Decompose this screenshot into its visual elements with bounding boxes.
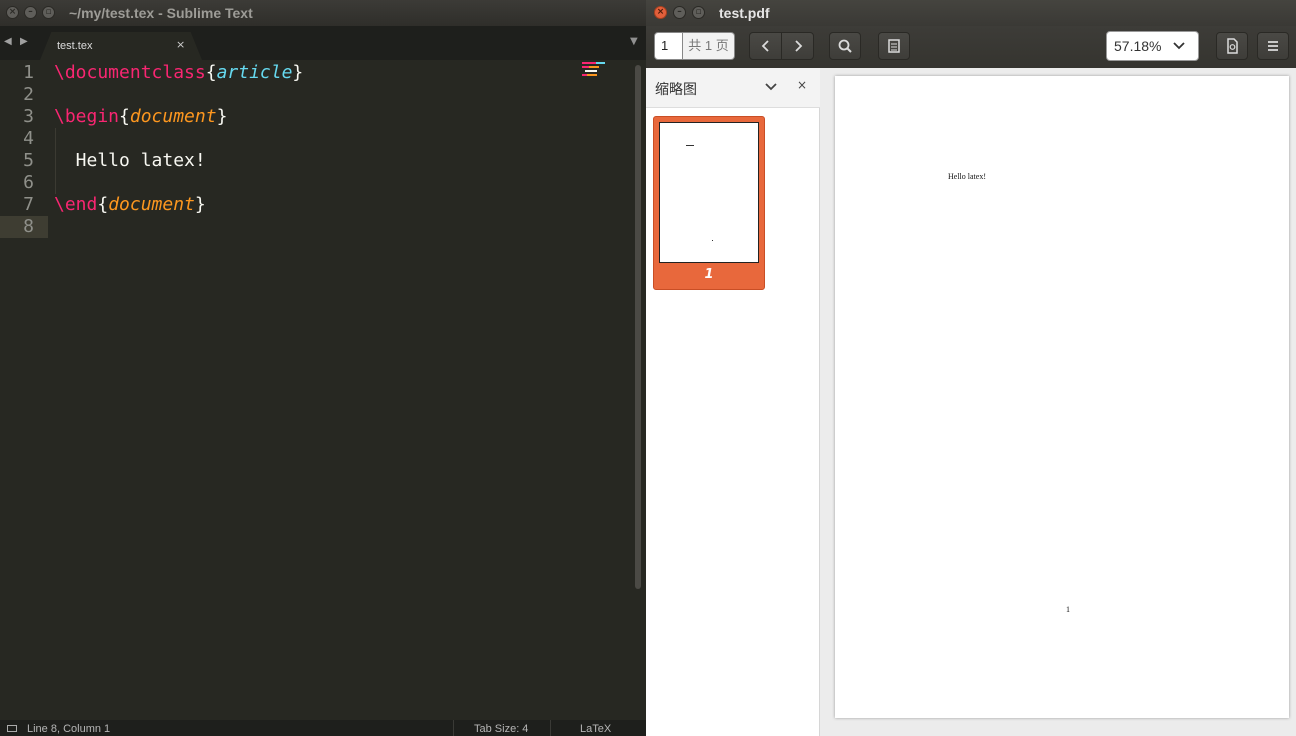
document-view[interactable]: Hello latex! 1 [820, 68, 1296, 736]
clipboard-icon [888, 39, 900, 53]
page-number-input[interactable]: 1 [654, 32, 683, 60]
zoom-selector[interactable]: 57.18% [1106, 31, 1199, 61]
latex-command: \end [54, 194, 98, 215]
previous-page-button[interactable] [749, 32, 782, 60]
sublime-maximize-button[interactable]: ▫ [42, 6, 55, 19]
line-number: 8 [23, 216, 34, 237]
brace: { [119, 106, 130, 127]
menu-button[interactable] [1257, 32, 1289, 60]
minimap-mark [582, 62, 596, 64]
status-divider [550, 720, 551, 736]
pdf-window-title: test.pdf [719, 5, 770, 21]
minimap-mark [587, 74, 597, 76]
code-line-7: \end{document} [54, 194, 206, 215]
sidebar-header: 缩略图 × [646, 68, 820, 108]
line-number: 3 [23, 106, 34, 127]
brace: { [97, 194, 109, 215]
status-tab-size[interactable]: Tab Size: 4 [474, 723, 528, 735]
tab-list-dropdown-icon[interactable]: ▼ [630, 36, 638, 47]
page-thumbnail[interactable]: 1 [653, 116, 765, 290]
zoom-value: 57.18% [1114, 38, 1162, 54]
line-number: 2 [23, 84, 34, 105]
code-line-1: \documentclass{article} [54, 62, 303, 83]
code-editor[interactable]: \documentclass{article} \begin{document}… [54, 62, 624, 722]
thumbnail-sidebar: 缩略图 × 1 [646, 68, 820, 736]
status-cursor-position: Line 8, Column 1 [27, 723, 111, 735]
panel-toggle-icon[interactable] [7, 725, 17, 732]
sidebar-close-icon[interactable]: × [797, 78, 807, 92]
pdf-body-text: Hello latex! [948, 172, 986, 181]
line-number-gutter: 1 2 3 4 5 6 7 8 [0, 62, 48, 722]
chevron-down-icon[interactable] [764, 78, 778, 96]
latex-command: \documentclass [54, 62, 206, 83]
latex-argument: document [108, 194, 195, 215]
latex-argument: article [216, 62, 293, 83]
brace: { [205, 62, 217, 83]
line-number: 4 [23, 128, 34, 149]
code-line-5: Hello latex! [54, 150, 206, 171]
tab-close-icon[interactable]: × [176, 38, 185, 51]
pdf-close-button[interactable]: × [654, 6, 667, 19]
sublime-window: × – ▫ ~/my/test.tex - Sublime Text ◀ ▶ t… [0, 0, 646, 736]
minimap[interactable] [582, 62, 608, 82]
brace: } [194, 194, 206, 215]
tab-bar: ◀ ▶ test.tex × ▼ [0, 26, 646, 60]
pdf-page-number: 1 [1066, 605, 1070, 614]
latex-command: \begin [54, 106, 120, 127]
hamburger-menu-icon [1268, 41, 1278, 51]
sidebar-title[interactable]: 缩略图 [655, 79, 697, 99]
status-syntax[interactable]: LaTeX [580, 723, 611, 735]
minimap-mark [589, 66, 599, 68]
minimap-mark [596, 62, 605, 64]
code-line-3: \begin{document} [54, 106, 227, 127]
pdf-titlebar: × – ▫ test.pdf [646, 0, 1296, 26]
thumbnail-page-number-mark [712, 240, 713, 241]
pdf-viewer-window: × – ▫ test.pdf 1 共 1 页 57.18% 缩略图 × 1 He… [646, 0, 1296, 736]
next-page-button[interactable] [781, 32, 814, 60]
minimap-mark [582, 66, 589, 68]
nav-forward-icon[interactable]: ▶ [20, 36, 28, 47]
nav-back-icon[interactable]: ◀ [4, 36, 12, 47]
search-icon [838, 39, 852, 53]
sublime-window-title: ~/my/test.tex - Sublime Text [69, 5, 253, 21]
pdf-minimize-button[interactable]: – [673, 6, 686, 19]
sublime-minimize-button[interactable]: – [24, 6, 37, 19]
minimap-mark [585, 70, 597, 72]
thumbnail-label: 1 [704, 267, 714, 282]
editor-scrollbar[interactable] [635, 65, 641, 589]
line-number: 1 [23, 62, 34, 83]
sublime-titlebar: × – ▫ ~/my/test.tex - Sublime Text [0, 0, 646, 26]
line-number: 6 [23, 172, 34, 193]
chevron-right-icon [794, 40, 802, 52]
line-number: 7 [23, 194, 34, 215]
brace: } [216, 106, 228, 127]
line-number: 5 [23, 150, 34, 171]
document-properties-button[interactable] [1216, 32, 1248, 60]
thumbnail-page-preview [659, 122, 759, 263]
chevron-left-icon [761, 40, 769, 52]
chevron-down-icon [1173, 42, 1185, 50]
tab-label: test.tex [57, 40, 93, 52]
latex-argument: document [129, 106, 217, 127]
annotations-button[interactable] [878, 32, 910, 60]
status-divider [453, 720, 454, 736]
sublime-close-button[interactable]: × [6, 6, 19, 19]
document-icon [1227, 38, 1238, 54]
search-button[interactable] [829, 32, 861, 60]
pdf-maximize-button[interactable]: ▫ [692, 6, 705, 19]
pdf-toolbar: 1 共 1 页 57.18% [646, 26, 1296, 69]
tab-test-tex[interactable]: test.tex × [40, 32, 202, 60]
thumbnail-text-mark [686, 145, 694, 146]
status-bar: Line 8, Column 1 Tab Size: 4 LaTeX [0, 720, 646, 736]
page-total-label: 共 1 页 [683, 32, 735, 60]
brace: } [292, 62, 304, 83]
pdf-page: Hello latex! 1 [835, 76, 1289, 718]
